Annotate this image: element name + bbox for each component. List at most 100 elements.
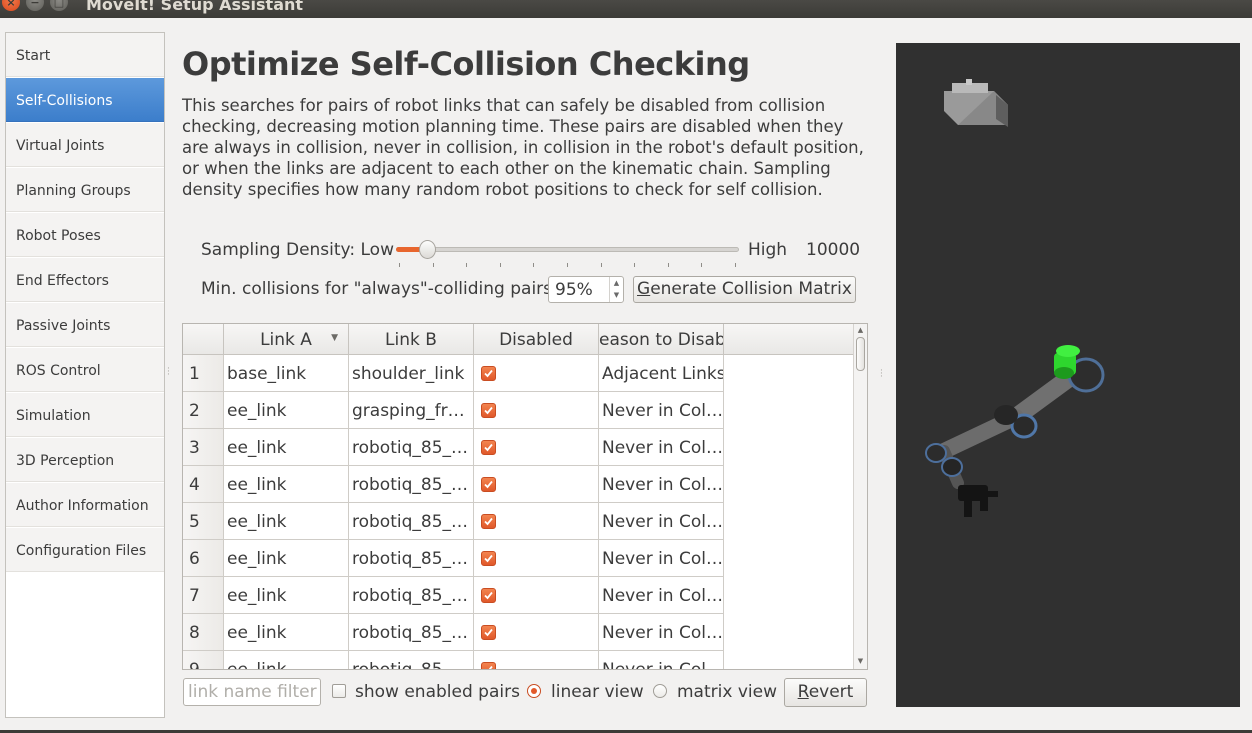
cell-link-b[interactable]: grasping_fr…	[349, 392, 474, 429]
cell-reason[interactable]: Never in Col…	[599, 429, 724, 466]
sidebar-item-self-collisions[interactable]: Self-Collisions	[6, 78, 164, 122]
cell-link-b[interactable]: robotiq_85_…	[349, 614, 474, 651]
row-number[interactable]: 3	[183, 429, 224, 466]
sidebar-item-start[interactable]: Start	[6, 33, 164, 77]
cell-link-a[interactable]: ee_link	[224, 651, 349, 669]
cell-link-a[interactable]: ee_link	[224, 429, 349, 466]
column-header-disabled[interactable]: Disabled	[474, 324, 599, 355]
window-maximize-button[interactable]: □	[50, 0, 68, 11]
table-row[interactable]: 7 ee_link robotiq_85_… Never in Col…	[183, 577, 725, 614]
sidebar-item-end-effectors[interactable]: End Effectors	[6, 258, 164, 302]
row-number[interactable]: 8	[183, 614, 224, 651]
robot-3d-viewport[interactable]	[896, 43, 1240, 707]
cell-disabled	[474, 651, 599, 669]
window-minimize-button[interactable]: −	[26, 0, 44, 11]
disabled-checkbox[interactable]	[481, 662, 496, 669]
row-number[interactable]: 9	[183, 651, 224, 669]
cell-link-a[interactable]: ee_link	[224, 392, 349, 429]
cell-link-b[interactable]: robotiq_85_…	[349, 429, 474, 466]
scroll-down-icon[interactable]: ▼	[854, 657, 867, 665]
cell-link-a[interactable]: ee_link	[224, 466, 349, 503]
scrollbar-thumb[interactable]	[856, 337, 865, 371]
row-number[interactable]: 6	[183, 540, 224, 577]
scroll-up-icon[interactable]: ▲	[854, 326, 867, 334]
splitter-handle-right[interactable]: · · ·	[880, 367, 884, 382]
sidebar-item-configuration-files[interactable]: Configuration Files	[6, 528, 164, 572]
link-name-filter-input[interactable]: link name filter	[183, 678, 321, 706]
sidebar-item-3d-perception[interactable]: 3D Perception	[6, 438, 164, 482]
disabled-checkbox[interactable]	[481, 366, 496, 381]
row-number[interactable]: 5	[183, 503, 224, 540]
table-row[interactable]: 6 ee_link robotiq_85_… Never in Col…	[183, 540, 725, 577]
cell-link-a[interactable]: ee_link	[224, 503, 349, 540]
cell-reason[interactable]: Never in Col…	[599, 392, 724, 429]
column-header-link-a[interactable]: Link A ▼	[224, 324, 349, 355]
cell-link-a[interactable]: ee_link	[224, 614, 349, 651]
sidebar-item-planning-groups[interactable]: Planning Groups	[6, 168, 164, 212]
cell-reason[interactable]: Never in Col…	[599, 540, 724, 577]
cell-link-a[interactable]: base_link	[224, 355, 349, 392]
show-enabled-pairs-checkbox[interactable]	[332, 684, 346, 698]
disabled-checkbox[interactable]	[481, 551, 496, 566]
disabled-checkbox[interactable]	[481, 440, 496, 455]
table-row[interactable]: 1 base_link shoulder_link Adjacent Links	[183, 355, 725, 392]
disabled-checkbox[interactable]	[481, 477, 496, 492]
table-row[interactable]: 5 ee_link robotiq_85_… Never in Col…	[183, 503, 725, 540]
cell-link-b[interactable]: robotiq_85_…	[349, 466, 474, 503]
sidebar-item-simulation[interactable]: Simulation	[6, 393, 164, 437]
cell-reason[interactable]: Never in Col…	[599, 577, 724, 614]
cell-reason[interactable]: Never in Col…	[599, 651, 724, 669]
spin-up-icon[interactable]: ▲	[610, 277, 623, 289]
min-collisions-spinbox[interactable]: 95% ▲ ▼	[548, 276, 624, 303]
cell-disabled	[474, 577, 599, 614]
cell-link-a[interactable]: ee_link	[224, 540, 349, 577]
table-row[interactable]: 2 ee_link grasping_fr… Never in Col…	[183, 392, 725, 429]
column-header-link-b[interactable]: Link B	[349, 324, 474, 355]
sampling-density-slider-handle[interactable]	[418, 240, 436, 259]
column-header-link-a-label: Link A	[260, 330, 312, 350]
revert-button[interactable]: Revert	[784, 678, 867, 707]
table-row[interactable]: 4 ee_link robotiq_85_… Never in Col…	[183, 466, 725, 503]
cell-link-b[interactable]: robotiq_85_…	[349, 651, 474, 669]
sidebar-item-author-information[interactable]: Author Information	[6, 483, 164, 527]
window-titlebar: × − □ MoveIt! Setup Assistant	[0, 0, 1252, 18]
spinbox-arrows[interactable]: ▲ ▼	[609, 277, 623, 302]
cell-reason[interactable]: Adjacent Links	[599, 355, 724, 392]
disabled-checkbox[interactable]	[481, 625, 496, 640]
cell-reason[interactable]: Never in Col…	[599, 614, 724, 651]
cell-disabled	[474, 503, 599, 540]
sidebar-item-ros-control[interactable]: ROS Control	[6, 348, 164, 392]
column-header-reason[interactable]: eason to Disab	[599, 324, 724, 355]
cell-reason[interactable]: Never in Col…	[599, 466, 724, 503]
cell-reason[interactable]: Never in Col…	[599, 503, 724, 540]
table-row[interactable]: 8 ee_link robotiq_85_… Never in Col…	[183, 614, 725, 651]
sidebar-item-passive-joints[interactable]: Passive Joints	[6, 303, 164, 347]
table-row[interactable]: 9 ee_link robotiq_85_… Never in Col…	[183, 651, 725, 669]
table-vertical-scrollbar[interactable]: ▲ ▼	[853, 324, 867, 669]
cell-link-b[interactable]: robotiq_85_…	[349, 503, 474, 540]
sidebar-item-robot-poses[interactable]: Robot Poses	[6, 213, 164, 257]
splitter-handle-left[interactable]: · · ·	[167, 365, 171, 380]
window-close-button[interactable]: ×	[2, 0, 20, 11]
cell-link-a[interactable]: ee_link	[224, 577, 349, 614]
cell-link-b[interactable]: robotiq_85_…	[349, 540, 474, 577]
spin-down-icon[interactable]: ▼	[610, 289, 623, 301]
slider-tick	[466, 263, 467, 267]
matrix-view-radio[interactable]	[653, 684, 667, 698]
disabled-checkbox[interactable]	[481, 514, 496, 529]
cell-link-b[interactable]: robotiq_85_…	[349, 577, 474, 614]
disabled-checkbox[interactable]	[481, 403, 496, 418]
slider-ticks	[399, 263, 737, 267]
disabled-checkbox[interactable]	[481, 588, 496, 603]
cell-link-b[interactable]: shoulder_link	[349, 355, 474, 392]
row-number[interactable]: 7	[183, 577, 224, 614]
table-row[interactable]: 3 ee_link robotiq_85_… Never in Col…	[183, 429, 725, 466]
sampling-density-slider-track[interactable]	[396, 247, 739, 252]
row-number[interactable]: 1	[183, 355, 224, 392]
row-number[interactable]: 4	[183, 466, 224, 503]
row-number[interactable]: 2	[183, 392, 224, 429]
linear-view-radio[interactable]	[527, 684, 541, 698]
generate-collision-matrix-button[interactable]: Generate Collision Matrix	[633, 276, 856, 303]
sidebar-item-virtual-joints[interactable]: Virtual Joints	[6, 123, 164, 167]
slider-tick	[399, 263, 400, 267]
